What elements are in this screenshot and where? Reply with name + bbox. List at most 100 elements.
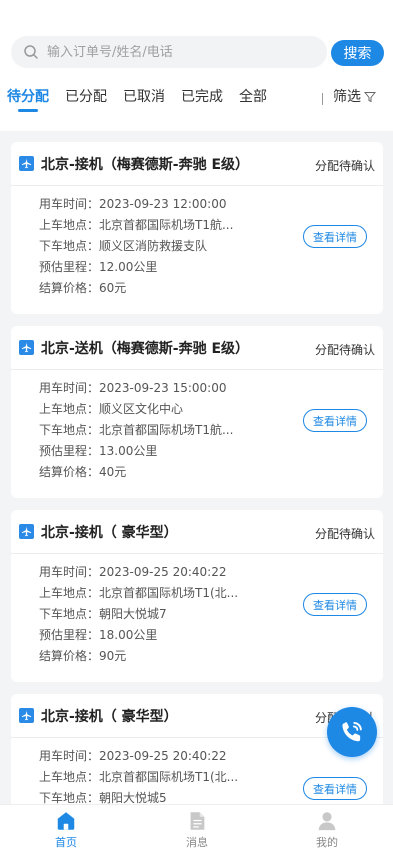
status-badge: 分配待确认 <box>314 527 375 541</box>
order-title: 北京-送机（梅赛德斯-奔驰 E级） <box>41 341 250 357</box>
distance-row: 预估里程：13.00公里 <box>39 441 233 462</box>
pickup-row: 上车地点：北京首都国际机场T1(北... <box>39 583 238 604</box>
time-row: 用车时间：2023-09-23 15:00:00 <box>39 378 233 399</box>
filter-button[interactable]: 筛选 <box>333 86 376 108</box>
pickup-label: 上车地点： <box>39 402 100 416</box>
order-details: 用车时间：2023-09-23 12:00:00 上车地点：北京首都国际机场T1… <box>39 194 233 299</box>
time-label: 用车时间： <box>39 381 100 395</box>
dropoff-row: 下车地点：朝阳大悦城5 <box>39 788 238 804</box>
pickup-value: 北京首都国际机场T1航... <box>99 218 234 232</box>
nav-label: 消息 <box>186 836 208 849</box>
time-row: 用车时间：2023-09-25 20:40:22 <box>39 746 238 767</box>
home-icon <box>57 812 75 830</box>
card-header: 北京-接机（ 豪华型） 分配待确认 <box>11 510 383 554</box>
message-icon <box>190 812 205 830</box>
dropoff-row: 下车地点：顺义区消防救援支队 <box>39 236 233 257</box>
pickup-row: 上车地点：北京首都国际机场T1航... <box>39 215 233 236</box>
order-card: 北京-送机（梅赛德斯-奔驰 E级） 分配待确认 用车时间：2023-09-23 … <box>11 326 383 498</box>
time-label: 用车时间： <box>39 749 100 763</box>
active-tab-indicator <box>18 109 38 112</box>
price-row: 结算价格：60元 <box>39 278 233 299</box>
view-details-button[interactable]: 查看详情 <box>303 593 367 616</box>
order-list: 北京-接机（梅赛德斯-奔驰 E级） 分配待确认 用车时间：2023-09-23 … <box>0 131 393 804</box>
order-card: 北京-接机（梅赛德斯-奔驰 E级） 分配待确认 用车时间：2023-09-23 … <box>11 142 383 314</box>
card-header: 北京-送机（梅赛德斯-奔驰 E级） 分配待确认 <box>11 326 383 370</box>
pickup-value: 顺义区文化中心 <box>99 402 184 416</box>
tab-label: 待分配 <box>7 89 49 105</box>
order-title: 北京-接机（梅赛德斯-奔驰 E级） <box>41 157 250 173</box>
price-row: 结算价格：90元 <box>39 646 238 667</box>
plane-icon <box>19 340 34 355</box>
order-title: 北京-接机（ 豪华型） <box>41 525 178 541</box>
tab-label: 已分配 <box>65 89 107 105</box>
top-bar: 搜索 待分配 已分配 已取消 已完成 全部 筛选 <box>0 0 393 131</box>
pickup-value: 北京首都国际机场T1(北... <box>99 770 239 784</box>
dropoff-row: 下车地点：北京首都国际机场T1航... <box>39 420 233 441</box>
search-box[interactable] <box>11 36 327 68</box>
dropoff-value: 朝阳大悦城5 <box>99 791 167 804</box>
filter-label: 筛选 <box>333 89 361 105</box>
nav-label: 我的 <box>316 836 338 849</box>
bottom-nav: 首页 消息 我的 <box>0 804 393 851</box>
price-label: 结算价格： <box>39 281 100 295</box>
status-badge: 分配待确认 <box>314 159 375 173</box>
distance-value: 12.00公里 <box>99 260 158 274</box>
time-row: 用车时间：2023-09-23 12:00:00 <box>39 194 233 215</box>
price-value: 60元 <box>99 281 127 295</box>
dropoff-value: 朝阳大悦城7 <box>99 607 167 621</box>
distance-label: 预估里程： <box>39 628 100 642</box>
view-details-button[interactable]: 查看详情 <box>303 409 367 432</box>
order-details: 用车时间：2023-09-25 20:40:22 上车地点：北京首都国际机场T1… <box>39 746 238 804</box>
distance-row: 预估里程：18.00公里 <box>39 625 238 646</box>
distance-value: 13.00公里 <box>99 444 158 458</box>
pickup-label: 上车地点： <box>39 586 100 600</box>
pickup-row: 上车地点：顺义区文化中心 <box>39 399 233 420</box>
dropoff-label: 下车地点： <box>39 239 100 253</box>
order-card: 北京-接机（ 豪华型） 分配待确认 用车时间：2023-09-25 20:40:… <box>11 694 383 804</box>
price-value: 90元 <box>99 649 127 663</box>
distance-value: 18.00公里 <box>99 628 158 642</box>
filter-icon <box>364 92 376 103</box>
divider <box>322 93 323 105</box>
card-header: 北京-接机（梅赛德斯-奔驰 E级） 分配待确认 <box>11 142 383 186</box>
status-tabs: 待分配 已分配 已取消 已完成 全部 筛选 <box>0 86 393 116</box>
order-details: 用车时间：2023-09-23 15:00:00 上车地点：顺义区文化中心 下车… <box>39 378 233 483</box>
search-input[interactable] <box>47 44 307 60</box>
tab-label: 全部 <box>239 89 267 105</box>
plane-icon <box>19 156 34 171</box>
call-button[interactable] <box>327 707 377 757</box>
order-details: 用车时间：2023-09-25 20:40:22 上车地点：北京首都国际机场T1… <box>39 562 238 667</box>
price-label: 结算价格： <box>39 465 100 479</box>
phone-icon <box>342 721 362 742</box>
tab-completed[interactable]: 已完成 <box>181 86 223 110</box>
search-button[interactable]: 搜索 <box>331 40 384 66</box>
view-details-button[interactable]: 查看详情 <box>303 777 367 800</box>
time-value: 2023-09-23 12:00:00 <box>99 197 227 211</box>
nav-home[interactable]: 首页 <box>26 810 106 850</box>
view-details-button[interactable]: 查看详情 <box>303 225 367 248</box>
order-card: 北京-接机（ 豪华型） 分配待确认 用车时间：2023-09-25 20:40:… <box>11 510 383 682</box>
tab-label: 已取消 <box>123 89 165 105</box>
dropoff-value: 北京首都国际机场T1航... <box>99 423 234 437</box>
price-label: 结算价格： <box>39 649 100 663</box>
tab-unassigned[interactable]: 待分配 <box>7 86 49 112</box>
dropoff-label: 下车地点： <box>39 607 100 621</box>
pickup-label: 上车地点： <box>39 770 100 784</box>
time-value: 2023-09-23 15:00:00 <box>99 381 227 395</box>
tab-all[interactable]: 全部 <box>239 86 267 110</box>
tab-assigned[interactable]: 已分配 <box>65 86 107 110</box>
distance-row: 预估里程：12.00公里 <box>39 257 233 278</box>
time-row: 用车时间：2023-09-25 20:40:22 <box>39 562 238 583</box>
time-value: 2023-09-25 20:40:22 <box>99 749 227 763</box>
plane-icon <box>19 524 34 539</box>
order-title: 北京-接机（ 豪华型） <box>41 709 178 725</box>
nav-profile[interactable]: 我的 <box>287 810 367 850</box>
tab-label: 已完成 <box>181 89 223 105</box>
pickup-label: 上车地点： <box>39 218 100 232</box>
price-value: 40元 <box>99 465 127 479</box>
distance-label: 预估里程： <box>39 444 100 458</box>
time-value: 2023-09-25 20:40:22 <box>99 565 227 579</box>
nav-messages[interactable]: 消息 <box>157 810 237 850</box>
plane-icon <box>19 708 34 723</box>
tab-cancelled[interactable]: 已取消 <box>123 86 165 110</box>
